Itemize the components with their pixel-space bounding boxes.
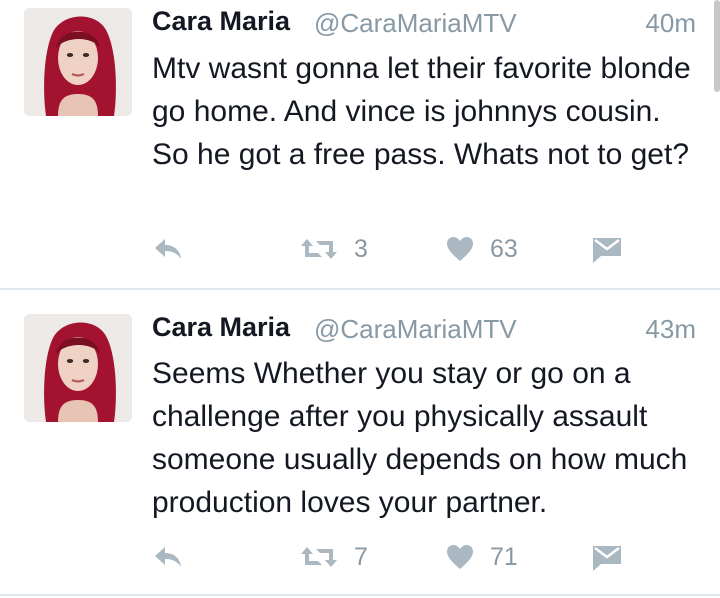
reply-icon[interactable] xyxy=(152,236,184,267)
heart-icon[interactable] xyxy=(446,544,474,575)
direct-message-icon[interactable] xyxy=(592,544,622,577)
tweet[interactable]: Cara Maria @CaraMariaMTV 40m Mtv wasnt g… xyxy=(0,0,720,288)
reply-icon[interactable] xyxy=(152,544,184,575)
direct-message-icon[interactable] xyxy=(592,236,622,269)
tweet-actions: 3 63 xyxy=(0,232,720,272)
tweet-divider xyxy=(0,594,720,596)
tweet[interactable]: Cara Maria @CaraMariaMTV 43m Seems Wheth… xyxy=(0,290,720,596)
author-handle[interactable]: @CaraMariaMTV xyxy=(314,314,517,345)
retweet-count: 7 xyxy=(354,543,368,571)
tweet-timestamp[interactable]: 43m xyxy=(645,314,696,345)
like-count: 71 xyxy=(490,543,518,571)
tweet-text: Seems Whether you stay or go on a challe… xyxy=(152,357,688,519)
tweet-actions: 7 71 xyxy=(0,540,720,580)
tweet-text: Mtv wasnt gonna let their favorite blond… xyxy=(152,52,691,171)
avatar[interactable] xyxy=(24,8,132,116)
retweet-count: 3 xyxy=(354,235,368,263)
heart-icon[interactable] xyxy=(446,236,474,267)
author-name[interactable]: Cara Maria xyxy=(152,312,290,343)
tweet-timestamp[interactable]: 40m xyxy=(645,8,696,39)
author-name[interactable]: Cara Maria xyxy=(152,6,290,37)
avatar[interactable] xyxy=(24,314,132,422)
retweet-icon[interactable] xyxy=(300,236,338,267)
author-handle[interactable]: @CaraMariaMTV xyxy=(314,8,517,39)
scrollbar[interactable] xyxy=(714,0,720,92)
retweet-icon[interactable] xyxy=(300,544,338,575)
like-count: 63 xyxy=(490,235,518,263)
